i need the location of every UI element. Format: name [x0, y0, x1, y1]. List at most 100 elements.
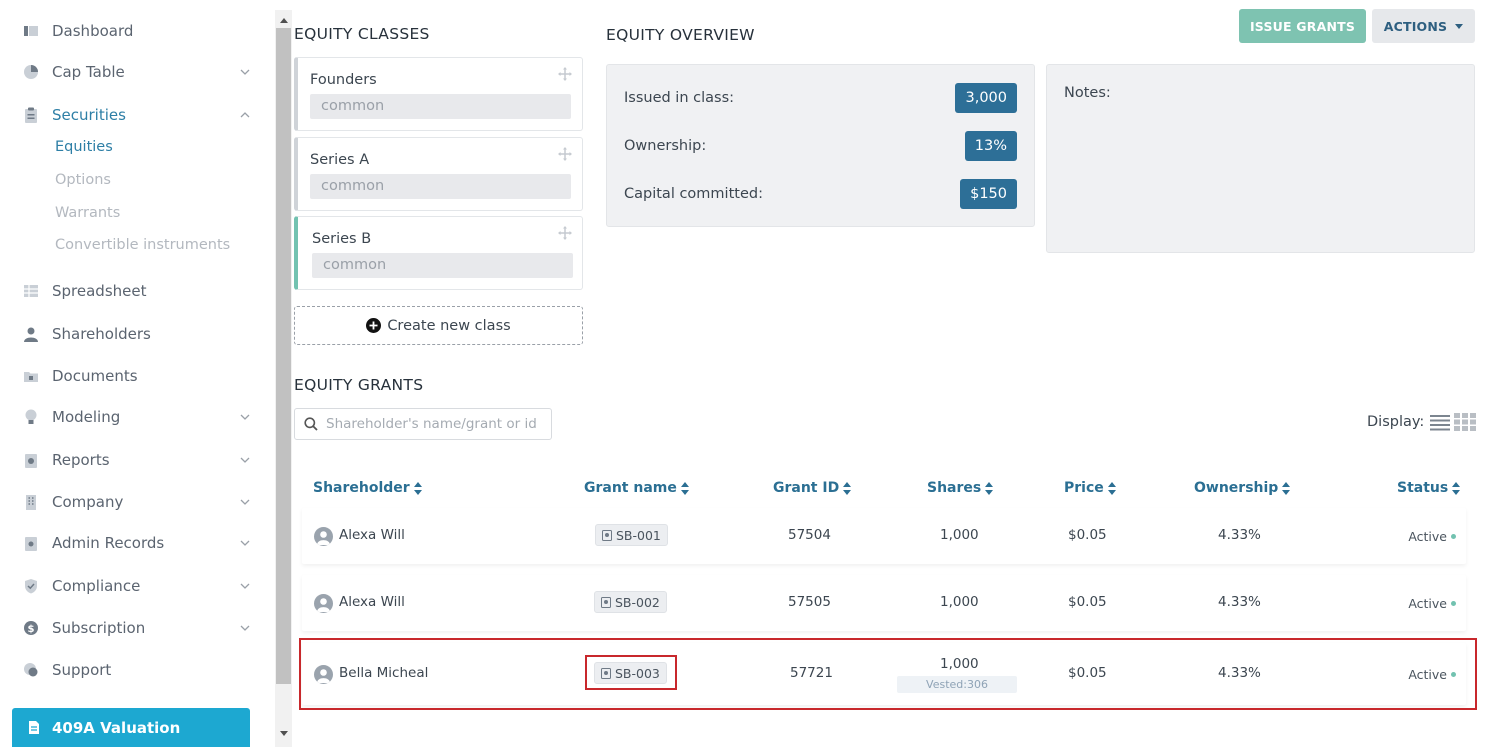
sidebar-scrollbar[interactable]	[275, 10, 292, 747]
price-value: $0.05	[1068, 665, 1107, 681]
sidebar-sub-warrants[interactable]: Warrants	[55, 205, 120, 221]
notes-label: Notes:	[1064, 85, 1111, 101]
actions-label: ACTIONS	[1383, 18, 1448, 34]
list-view-icon[interactable]	[1430, 414, 1451, 431]
ownership-value: 4.33%	[1218, 594, 1261, 610]
overview-label: Capital committed:	[624, 186, 763, 202]
sidebar-item-label: Dashboard	[52, 22, 134, 40]
search-input[interactable]	[326, 416, 546, 432]
sidebar-item-label: Admin Records	[52, 534, 165, 552]
overview-value-badge: $150	[960, 179, 1017, 209]
column-header-label: Price	[1064, 480, 1104, 496]
column-header-ownership[interactable]: Ownership	[1194, 480, 1291, 496]
shares-value: 1,000	[940, 594, 979, 610]
chevron-down-icon	[238, 410, 252, 424]
scrollbar-thumb[interactable]	[276, 28, 291, 684]
status-badge: Active	[1408, 667, 1456, 682]
sidebar-item-company[interactable]: Company	[22, 490, 252, 514]
records-icon	[22, 534, 40, 552]
column-header-shareholder[interactable]: Shareholder	[313, 480, 422, 496]
sidebar-item-support[interactable]: Support	[22, 658, 252, 682]
column-header-shares[interactable]: Shares	[927, 480, 994, 496]
sidebar-item-cap-table[interactable]: Cap Table	[22, 60, 252, 84]
class-card-founders[interactable]: Founders common	[294, 57, 583, 131]
status-dot-icon	[1451, 601, 1456, 606]
table-row[interactable]: Alexa Will SB-001 57504 1,000 $0.05 4.33…	[302, 508, 1466, 564]
grant-name-badge[interactable]: SB-003	[594, 662, 667, 684]
class-card-series-a[interactable]: Series A common	[294, 137, 583, 211]
report-icon	[22, 451, 40, 469]
certificate-icon	[601, 596, 611, 608]
sidebar-item-subscription[interactable]: $ Subscription	[22, 616, 252, 640]
sidebar-item-label: Company	[52, 493, 124, 511]
sidebar-item-compliance[interactable]: Compliance	[22, 574, 252, 598]
grant-name-badge[interactable]: SB-001	[595, 524, 668, 546]
grant-name-label: SB-003	[615, 665, 660, 681]
overview-row-issued: Issued in class: 3,000	[624, 83, 1017, 113]
overview-row-ownership: Ownership: 13%	[624, 131, 1017, 161]
column-header-price[interactable]: Price	[1064, 480, 1116, 496]
column-header-grant-id[interactable]: Grant ID	[773, 480, 852, 496]
grant-name-badge[interactable]: SB-002	[594, 591, 667, 613]
class-type-badge: common	[310, 174, 571, 199]
column-header-status[interactable]: Status	[1397, 480, 1461, 496]
409a-valuation-button[interactable]: 409A Valuation	[12, 708, 250, 747]
shareholder-name[interactable]: Alexa Will	[339, 594, 405, 610]
issue-grants-button[interactable]: ISSUE GRANTS	[1239, 9, 1366, 43]
sort-icon	[985, 481, 994, 495]
shareholder-name[interactable]: Alexa Will	[339, 527, 405, 543]
sidebar-sub-convertible-instruments[interactable]: Convertible instruments	[55, 237, 230, 253]
chevron-down-icon	[238, 495, 252, 509]
sidebar-item-shareholders[interactable]: Shareholders	[22, 322, 252, 346]
chevron-down-icon	[238, 65, 252, 79]
class-card-series-b[interactable]: Series B common	[294, 216, 583, 290]
status-label: Active	[1408, 667, 1447, 682]
table-row[interactable]: Bella Micheal SB-003 57721 1,000 Vested:…	[302, 643, 1466, 705]
class-name: Series B	[312, 231, 372, 247]
shareholder-name[interactable]: Bella Micheal	[339, 665, 428, 681]
drag-handle-icon[interactable]	[558, 66, 572, 85]
plus-circle-icon	[366, 318, 382, 333]
sidebar-item-spreadsheet[interactable]: Spreadsheet	[22, 279, 252, 303]
actions-dropdown-button[interactable]: ACTIONS	[1372, 9, 1475, 43]
409a-valuation-label: 409A Valuation	[52, 718, 181, 737]
column-header-grant-name[interactable]: Grant name	[584, 480, 689, 496]
avatar-icon	[314, 594, 333, 613]
drag-handle-icon[interactable]	[558, 225, 572, 244]
chevron-down-icon	[238, 536, 252, 550]
sidebar-item-modeling[interactable]: Modeling	[22, 405, 252, 429]
sidebar-item-reports[interactable]: Reports	[22, 448, 252, 472]
sidebar-item-admin-records[interactable]: Admin Records	[22, 531, 252, 555]
create-new-class-button[interactable]: Create new class	[294, 306, 583, 345]
status-badge: Active	[1408, 529, 1456, 544]
status-dot-icon	[1451, 534, 1456, 539]
scroll-down-arrow-icon[interactable]	[275, 725, 292, 741]
sidebar-item-documents[interactable]: Documents	[22, 364, 252, 388]
sidebar-sub-equities[interactable]: Equities	[55, 139, 113, 155]
document-icon	[28, 720, 40, 735]
folder-lock-icon	[22, 367, 40, 385]
price-value: $0.05	[1068, 527, 1107, 543]
status-label: Active	[1408, 596, 1447, 611]
drag-handle-icon[interactable]	[558, 146, 572, 165]
avatar-icon	[314, 665, 333, 684]
scroll-up-arrow-icon[interactable]	[275, 12, 292, 28]
sidebar-item-label: Support	[52, 661, 112, 679]
sort-icon	[1452, 481, 1461, 495]
grants-search-box[interactable]	[294, 408, 552, 440]
column-header-label: Grant ID	[773, 480, 840, 496]
sidebar-item-label: Modeling	[52, 408, 121, 426]
sidebar-item-dashboard[interactable]: Dashboard	[22, 19, 252, 43]
dollar-icon: $	[22, 619, 40, 637]
sidebar-item-securities[interactable]: Securities	[22, 103, 252, 127]
app-root: Dashboard Cap Table Securities Equities …	[0, 0, 1506, 747]
notes-panel[interactable]: Notes:	[1046, 64, 1475, 253]
grid-view-icon[interactable]	[1454, 413, 1477, 431]
display-toggle: Display:	[1367, 413, 1477, 431]
vested-badge: Vested:306	[897, 676, 1017, 693]
equity-overview-panel: Issued in class: 3,000 Ownership: 13% Ca…	[606, 64, 1035, 227]
table-row[interactable]: Alexa Will SB-002 57505 1,000 $0.05 4.33…	[302, 575, 1466, 631]
dashboard-icon	[22, 22, 40, 40]
sidebar-item-label: Reports	[52, 451, 110, 469]
sidebar-sub-options[interactable]: Options	[55, 172, 111, 188]
